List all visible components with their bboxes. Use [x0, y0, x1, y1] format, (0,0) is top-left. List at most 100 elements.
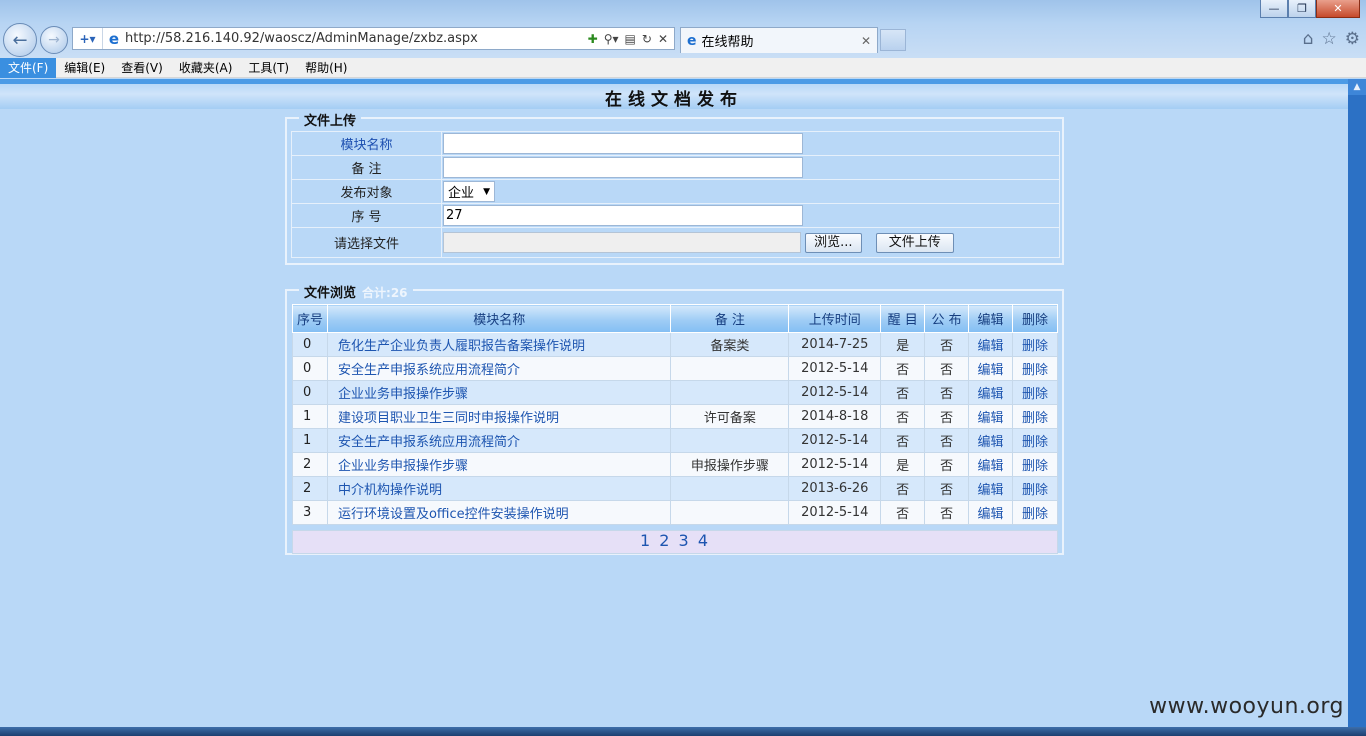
page-title: 在线文档发布 [605, 90, 743, 110]
browse-button[interactable]: 浏览... [805, 232, 862, 253]
menu-edit[interactable]: 编辑(E) [56, 58, 113, 78]
row-module-name-link[interactable]: 运行环境设置及office控件安装操作说明 [338, 507, 569, 522]
page-link[interactable]: 3 [679, 531, 691, 550]
col-seq: 序号 [292, 304, 328, 333]
row-edit-link[interactable]: 编辑 [978, 411, 1004, 426]
row-delete-link[interactable]: 删除 [1022, 363, 1048, 378]
row-delete-link[interactable]: 删除 [1022, 387, 1048, 402]
row-module-name-link[interactable]: 企业业务申报操作步骤 [338, 387, 468, 402]
row-module-name-link[interactable]: 危化生产企业负责人履职报告备案操作说明 [338, 339, 585, 354]
col-module-name: 模块名称 [326, 304, 672, 333]
new-tab-button[interactable] [880, 29, 906, 51]
page-link[interactable]: 1 [640, 531, 652, 550]
col-edit: 编辑 [968, 304, 1013, 333]
search-icon[interactable]: ⚲▾ [604, 32, 619, 46]
pagination: 1 2 3 4 [292, 530, 1058, 554]
minimize-icon[interactable]: — [1260, 0, 1288, 18]
row-remark: 许可备案 [703, 411, 756, 426]
close-tab-icon[interactable]: ✕ [861, 34, 877, 48]
row-highlight: 否 [896, 435, 910, 450]
col-highlight: 醒 目 [880, 304, 926, 333]
page-link[interactable]: 4 [698, 531, 710, 550]
refresh-icon[interactable]: ↻ [642, 32, 652, 46]
col-upload-time: 上传时间 [788, 304, 882, 333]
target-selected-value: 企业 [448, 186, 475, 201]
upload-panel: 文件上传 模块名称 备 注 发布对象 企业 ▼ 序 号 请选择文件 [285, 110, 1064, 265]
menu-tools[interactable]: 工具(T) [240, 58, 297, 78]
favorites-star-icon[interactable]: ☆ [1322, 29, 1337, 49]
tab-online-help[interactable]: e 在线帮助 ✕ [680, 27, 878, 53]
row-delete-link[interactable]: 删除 [1022, 483, 1048, 498]
row-edit-link[interactable]: 编辑 [978, 339, 1004, 354]
row-seq: 0 [303, 337, 312, 352]
table-row: 0 安全生产申报系统应用流程简介 2012-5-14 否 否 编辑 删除 [292, 356, 1059, 381]
menu-favorites[interactable]: 收藏夹(A) [171, 58, 241, 78]
row-seq: 3 [303, 505, 312, 520]
upload-button[interactable]: 文件上传 [875, 232, 954, 253]
row-delete-link[interactable]: 删除 [1022, 459, 1048, 474]
remark-input[interactable] [443, 157, 803, 178]
row-module-name-link[interactable]: 中介机构操作说明 [338, 483, 442, 498]
module-name-input[interactable] [443, 133, 803, 154]
maximize-icon[interactable]: ❐ [1288, 0, 1316, 18]
menu-file[interactable]: 文件(F) [0, 57, 57, 78]
page-content: 在线文档发布 ▲ 文件上传 模块名称 备 注 发布对象 企业 ▼ 序 号 27 … [0, 79, 1366, 727]
forward-arrow-icon: → [48, 32, 60, 48]
address-bar[interactable]: +▾ e http://58.216.140.92/waoscz/AdminMa… [72, 27, 675, 50]
gear-icon[interactable]: ⚙ [1345, 29, 1360, 49]
row-upload-time: 2012-5-14 [801, 433, 869, 448]
compat-view-icon[interactable]: +▾ [73, 28, 103, 49]
row-module-name-link[interactable]: 安全生产申报系统应用流程简介 [338, 363, 520, 378]
row-highlight: 否 [896, 363, 910, 378]
row-remark: 申报操作步骤 [690, 459, 769, 474]
forward-button[interactable]: → [40, 26, 68, 54]
home-icon[interactable]: ⌂ [1303, 29, 1314, 49]
page-link[interactable]: 2 [659, 531, 671, 550]
row-highlight: 否 [896, 507, 910, 522]
menu-help[interactable]: 帮助(H) [297, 58, 355, 78]
file-path-field[interactable] [443, 232, 801, 253]
close-window-icon[interactable]: ✕ [1316, 0, 1360, 18]
scroll-up-icon[interactable]: ▲ [1348, 79, 1366, 95]
stop-icon[interactable]: ✕ [658, 32, 668, 46]
row-publish: 否 [940, 387, 954, 402]
row-delete-link[interactable]: 删除 [1022, 507, 1048, 522]
row-highlight: 是 [896, 459, 910, 474]
row-edit-link[interactable]: 编辑 [978, 483, 1004, 498]
back-arrow-icon: ← [12, 29, 28, 51]
vertical-scrollbar[interactable]: ▲ [1348, 79, 1366, 727]
row-highlight: 否 [896, 411, 910, 426]
menu-view[interactable]: 查看(V) [113, 58, 171, 78]
upload-legend: 文件上传 [299, 110, 362, 129]
dropdown-arrow-icon: ▼ [483, 186, 490, 197]
row-module-name-link[interactable]: 企业业务申报操作步骤 [338, 459, 468, 474]
table-row: 0 危化生产企业负责人履职报告备案操作说明 备案类 2014-7-25 是 否 编辑 删除 [292, 332, 1059, 357]
table-header-row: 序号 模块名称 备 注 上传时间 醒 目 公 布 编辑 删除 [292, 304, 1059, 333]
go-icon[interactable]: ✚ [588, 32, 598, 46]
row-module-name-link[interactable]: 建设项目职业卫生三同时申报操作说明 [338, 411, 559, 426]
address-url[interactable]: http://58.216.140.92/waoscz/AdminManage/… [125, 31, 588, 46]
window-controls: — ❐ ✕ [1260, 0, 1360, 18]
compat-icon[interactable]: ▤ [625, 32, 636, 46]
browse-legend: 文件浏览 合计:26 [299, 282, 413, 301]
upload-form: 模块名称 备 注 发布对象 企业▼ 序 号 请选择文件 浏览... 文件上 [291, 131, 1060, 258]
browser-titlebar: — ❐ ✕ ← → +▾ e http://58.216.140.92/waos… [0, 0, 1366, 58]
row-edit-link[interactable]: 编辑 [978, 507, 1004, 522]
row-module-name-link[interactable]: 安全生产申报系统应用流程简介 [338, 435, 520, 450]
row-highlight: 是 [896, 339, 910, 354]
row-delete-link[interactable]: 删除 [1022, 435, 1048, 450]
seq-input[interactable] [443, 205, 803, 226]
row-publish: 否 [940, 483, 954, 498]
row-edit-link[interactable]: 编辑 [978, 459, 1004, 474]
row-delete-link[interactable]: 删除 [1022, 411, 1048, 426]
row-edit-link[interactable]: 编辑 [978, 387, 1004, 402]
row-upload-time: 2013-6-26 [801, 481, 869, 496]
target-label: 发布对象 [291, 179, 442, 204]
row-publish: 否 [940, 459, 954, 474]
target-select[interactable]: 企业 ▼ [443, 181, 495, 202]
row-edit-link[interactable]: 编辑 [978, 363, 1004, 378]
row-delete-link[interactable]: 删除 [1022, 339, 1048, 354]
row-seq: 1 [303, 433, 312, 448]
back-button[interactable]: ← [3, 23, 37, 57]
row-edit-link[interactable]: 编辑 [978, 435, 1004, 450]
